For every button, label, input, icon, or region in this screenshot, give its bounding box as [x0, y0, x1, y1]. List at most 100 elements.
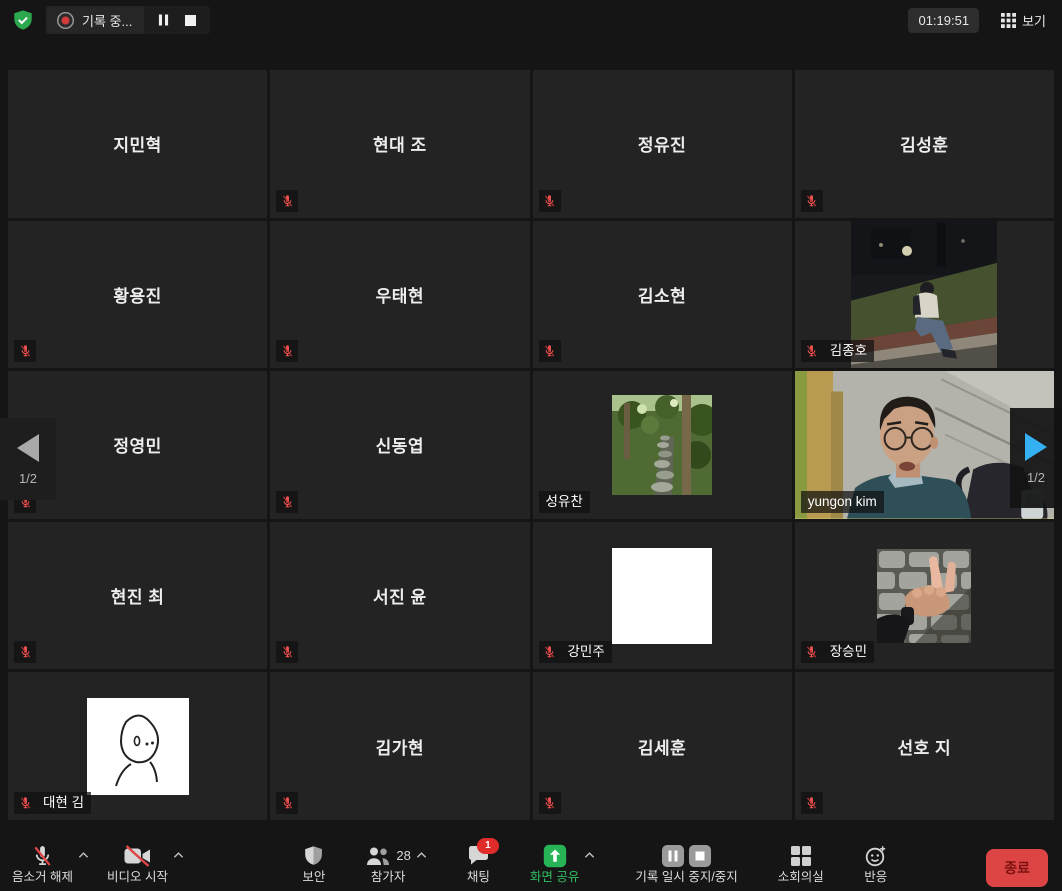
next-page-button[interactable]: 1/2: [1010, 408, 1062, 508]
prev-page-button[interactable]: 1/2: [0, 418, 56, 500]
participant-tile[interactable]: 지민혁: [8, 70, 267, 218]
view-button[interactable]: 보기: [995, 10, 1052, 31]
participant-label-chip: [276, 190, 298, 212]
muted-mic-icon: [801, 190, 823, 212]
recording-indicator: 기록 중...: [46, 11, 144, 30]
recording-label: 기록 중...: [82, 11, 132, 30]
recording-pill: 기록 중...: [46, 6, 210, 34]
breakout-rooms-button[interactable]: 소회의실: [776, 843, 826, 884]
muted-mic-icon: [801, 340, 823, 362]
participant-name: 대현 김: [36, 792, 91, 814]
shield-icon: [303, 844, 324, 867]
muted-mic-icon: [14, 792, 36, 814]
grid-view-icon: [1001, 13, 1016, 28]
participant-tile[interactable]: 김세훈: [533, 672, 792, 820]
participant-label-chip: yungon kim: [801, 491, 884, 513]
participant-name: 김소현: [533, 221, 792, 369]
participant-tile[interactable]: 강민주: [533, 522, 792, 670]
participant-tile[interactable]: 현대 조: [270, 70, 529, 218]
participants-button[interactable]: 28 참가자: [363, 843, 412, 884]
participant-label-chip: [539, 340, 561, 362]
muted-mic-icon: [14, 641, 36, 663]
start-video-button[interactable]: 비디오 시작: [105, 843, 170, 884]
security-label: 보안: [302, 871, 325, 884]
participants-chevron-icon[interactable]: [416, 851, 427, 861]
participant-name: 우태현: [270, 221, 529, 369]
participant-tile[interactable]: 서진 윤: [270, 522, 529, 670]
muted-mic-icon: [539, 340, 561, 362]
participant-tile[interactable]: 황용진: [8, 221, 267, 369]
pause-recording-button[interactable]: [152, 10, 175, 30]
recording-controls: [144, 6, 210, 34]
chat-label: 채팅: [467, 871, 490, 884]
participant-name: 김종호: [823, 340, 874, 362]
participant-tile[interactable]: 우태현: [270, 221, 529, 369]
video-options-chevron-icon[interactable]: [173, 851, 184, 861]
reactions-label: 반응: [864, 871, 887, 884]
share-options-chevron-icon[interactable]: [584, 851, 595, 861]
security-button[interactable]: 보안: [300, 843, 327, 884]
participant-label-chip: [14, 340, 36, 362]
muted-mic-icon: [31, 844, 54, 868]
participant-label-chip: [539, 792, 561, 814]
prev-page-arrow-icon: [15, 433, 41, 463]
participant-label-chip: [801, 190, 823, 212]
participant-label-chip: [276, 491, 298, 513]
security-shield-icon[interactable]: [10, 7, 36, 33]
chat-button[interactable]: 1 채팅: [465, 843, 492, 884]
participant-tile[interactable]: 대현 김: [8, 672, 267, 820]
unmute-label: 음소거 해제: [12, 871, 73, 884]
participant-tile[interactable]: 장승민: [795, 522, 1054, 670]
muted-mic-icon: [14, 340, 36, 362]
participant-label-chip: [276, 340, 298, 362]
participant-tile[interactable]: 정유진: [533, 70, 792, 218]
control-toolbar: 음소거 해제 비디오 시작 보안 28 참가자: [0, 838, 1062, 891]
stop-recording-button[interactable]: [179, 11, 202, 30]
muted-mic-icon: [801, 792, 823, 814]
participant-name: 김세훈: [533, 672, 792, 820]
share-group: 화면 공유: [528, 843, 597, 884]
start-video-label: 비디오 시작: [107, 871, 168, 884]
participant-tile[interactable]: 신동엽: [270, 371, 529, 519]
record-pause-stop-button[interactable]: 기록 일시 중지/중지: [633, 843, 739, 884]
audio-options-chevron-icon[interactable]: [78, 851, 89, 861]
record-label: 기록 일시 중지/중지: [635, 871, 737, 884]
share-screen-button[interactable]: 화면 공유: [528, 843, 581, 884]
participant-tile[interactable]: 김소현: [533, 221, 792, 369]
next-page-arrow-icon: [1023, 432, 1049, 462]
participant-tile[interactable]: 김성훈: [795, 70, 1054, 218]
participant-label-chip: [801, 792, 823, 814]
participant-tile[interactable]: 성유찬: [533, 371, 792, 519]
top-bar-right: 01:19:51 보기: [908, 8, 1052, 33]
participant-label-chip: [276, 792, 298, 814]
top-bar: 기록 중... 01:19:51 보기: [0, 0, 1062, 40]
end-meeting-button[interactable]: 종료: [986, 849, 1048, 887]
participant-label-chip: 대현 김: [14, 792, 91, 814]
participant-name: 장승민: [823, 641, 874, 663]
participant-name: 강민주: [561, 641, 612, 663]
participant-name: 지민혁: [8, 70, 267, 218]
participant-label-chip: 김종호: [801, 340, 874, 362]
view-button-label: 보기: [1022, 11, 1046, 30]
video-grid: 지민혁 현대 조 정유진 김성훈 황용진: [8, 70, 1054, 820]
stop-record-icon: [689, 845, 711, 867]
participant-tile[interactable]: 선호 지: [795, 672, 1054, 820]
muted-mic-icon: [539, 641, 561, 663]
reactions-button[interactable]: 반응: [862, 843, 890, 884]
unmute-button[interactable]: 음소거 해제: [10, 843, 75, 884]
share-screen-icon: [543, 844, 567, 868]
muted-mic-icon: [801, 641, 823, 663]
participant-name: 선호 지: [795, 672, 1054, 820]
participants-label: 참가자: [371, 871, 406, 884]
participant-tile[interactable]: 현진 최: [8, 522, 267, 670]
participant-tile[interactable]: 김종호: [795, 221, 1054, 369]
participant-tile[interactable]: 김가현: [270, 672, 529, 820]
participant-name: 현진 최: [8, 522, 267, 670]
participant-label-chip: 장승민: [801, 641, 874, 663]
zoom-meeting-window: 기록 중... 01:19:51 보기 지민혁 현대 조: [0, 0, 1062, 891]
participants-group: 28 참가자: [363, 843, 428, 884]
muted-mic-icon: [276, 641, 298, 663]
participant-name: 김가현: [270, 672, 529, 820]
participants-count: 28: [396, 848, 410, 863]
video-control-group: 비디오 시작: [105, 843, 186, 884]
